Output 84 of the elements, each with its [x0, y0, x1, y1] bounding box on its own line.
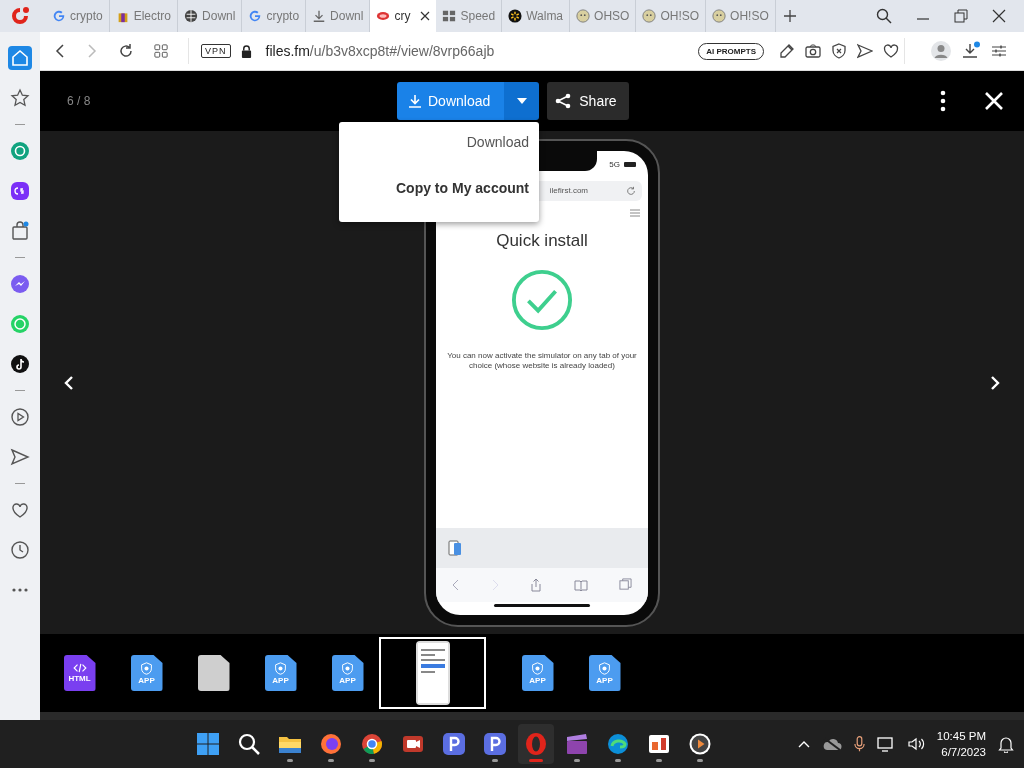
microphone-icon[interactable]	[853, 735, 865, 753]
avatar-icon[interactable]	[931, 41, 951, 61]
clock-date[interactable]: 6/7/2023	[941, 744, 986, 761]
back-icon[interactable]	[54, 43, 66, 59]
shield-icon[interactable]	[831, 43, 847, 59]
network-label: 5G	[609, 160, 620, 169]
download-icon	[408, 94, 422, 108]
share-icon	[530, 577, 543, 592]
reload-icon[interactable]	[118, 43, 134, 59]
messenger-icon[interactable]	[8, 272, 32, 296]
devices-icon	[448, 539, 462, 556]
thumbnail[interactable]: APP	[247, 637, 314, 709]
download-button[interactable]: Download	[397, 82, 505, 120]
clock-icon[interactable]	[8, 538, 32, 562]
network-icon[interactable]	[876, 736, 895, 752]
play-icon[interactable]	[8, 405, 32, 429]
page-title: Quick install	[496, 230, 588, 251]
forward-icon	[491, 578, 500, 591]
grid-icon[interactable]	[154, 44, 168, 58]
page-counter: 6 / 8	[67, 94, 92, 108]
menu-icon	[630, 208, 640, 217]
file-icon: APP	[521, 655, 554, 691]
ai-prompts-button[interactable]: AI PROMPTS	[698, 42, 764, 60]
chevron-up-icon[interactable]	[797, 740, 810, 748]
spark-icon	[508, 9, 523, 23]
knot-icon[interactable]	[8, 139, 32, 163]
search-icon[interactable]	[876, 8, 892, 24]
grid-icon	[442, 9, 457, 23]
file-icon: APP	[130, 655, 163, 691]
thumbnail[interactable]: HTML	[46, 637, 113, 709]
file-icon: HTML	[63, 655, 96, 691]
goggles-icon	[376, 9, 391, 23]
cloud-off-icon[interactable]	[821, 737, 842, 751]
notification-bell-icon[interactable]	[998, 735, 1014, 753]
google-g-icon	[52, 9, 66, 23]
pencil-icon[interactable]	[779, 43, 795, 59]
clock-time[interactable]: 10:45 PM	[936, 727, 986, 744]
home-icon[interactable]	[8, 46, 32, 70]
file-icon	[197, 655, 230, 691]
opera-icon[interactable]	[518, 724, 554, 764]
download-icon	[312, 9, 327, 23]
tabs-icon	[619, 578, 633, 591]
smiley-icon	[642, 9, 657, 23]
settings-icon[interactable]	[991, 43, 1007, 59]
file-icon: APP	[331, 655, 364, 691]
reload-icon	[626, 185, 636, 196]
check-circle-icon	[511, 268, 573, 331]
camera-icon[interactable]	[805, 43, 821, 59]
download-icon[interactable]	[961, 41, 981, 61]
caret-icon	[516, 98, 527, 104]
book-icon	[573, 578, 588, 591]
close-tab-icon[interactable]	[420, 11, 431, 21]
url-field[interactable]: files.fm/u/b3v8xcp8t#/view/8vrp66ajb	[265, 43, 495, 59]
share-icon	[555, 93, 572, 109]
speaker-icon[interactable]	[906, 736, 925, 752]
thumbnail[interactable]: APP	[504, 637, 571, 709]
lock-icon[interactable]	[240, 44, 252, 58]
thumbnail[interactable]	[379, 637, 486, 709]
menu-item[interactable]: Download	[466, 134, 529, 150]
more-icon[interactable]	[940, 90, 946, 112]
phone-thumbnail-drawing	[415, 641, 450, 705]
message-text: You can now activate the simulator on any tab of your choice (whose website is already loaded)	[446, 350, 638, 372]
smiley-icon	[576, 9, 591, 23]
google-g-icon	[248, 9, 263, 23]
file-icon: APP	[264, 655, 297, 691]
send-icon[interactable]	[857, 43, 873, 59]
file-icon: APP	[588, 655, 621, 691]
caret-button[interactable]	[504, 82, 540, 120]
cs-logo-icon[interactable]	[8, 179, 32, 203]
new-tab-icon[interactable]	[783, 10, 796, 22]
share-button[interactable]: Share	[547, 82, 629, 120]
thumbnail[interactable]: APP	[113, 637, 180, 709]
restore-icon[interactable]	[954, 9, 968, 23]
battery-icon	[624, 162, 636, 167]
tiktok-icon[interactable]	[8, 352, 32, 376]
vpn-badge[interactable]: VPN	[201, 44, 231, 58]
back-icon	[451, 578, 460, 591]
browser-tab[interactable]: cry	[370, 0, 437, 32]
heart-icon[interactable]	[883, 43, 899, 59]
thumbnail[interactable]: APP	[314, 637, 381, 709]
smiley-icon	[712, 9, 727, 23]
globe-icon	[184, 9, 199, 23]
thumbnail[interactable]: APP	[571, 637, 638, 709]
close-icon[interactable]	[992, 9, 1006, 23]
